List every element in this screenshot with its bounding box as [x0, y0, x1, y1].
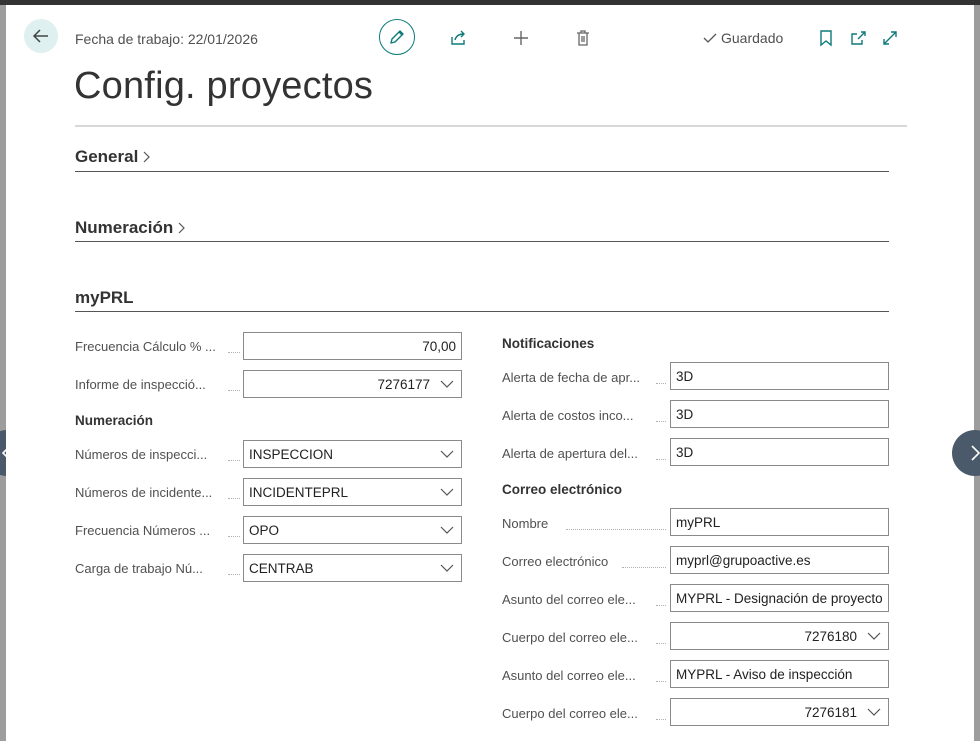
open-new-window-button[interactable] [846, 26, 870, 50]
section-general-label: General [75, 147, 139, 166]
chevron-right-icon [178, 222, 186, 234]
asunto-correo-1-input[interactable]: MYPRL - Designación de proyecto [670, 584, 889, 612]
group-numeracion-heading: Numeración [75, 413, 154, 428]
informe-inspeccion-select[interactable]: 7276177 [243, 370, 462, 398]
field-label-asunto-correo-1: Asunto del correo ele... [502, 592, 636, 607]
plus-icon [514, 31, 528, 45]
field-label-cuerpo-correo-2: Cuerpo del correo ele... [502, 706, 638, 721]
pencil-icon [390, 30, 404, 44]
correo-electronico-input[interactable]: myprl@grupoactive.es [670, 546, 889, 574]
label-leader-dots [622, 554, 666, 568]
section-numeracion-divider [75, 241, 889, 242]
chevron-down-icon[interactable] [865, 705, 883, 719]
label-leader-dots [656, 668, 666, 682]
section-myprl-header[interactable]: myPRL [75, 288, 134, 308]
section-numeracion-header[interactable]: Numeración [75, 218, 187, 238]
carga-trabajo-select[interactable]: CENTRAB [243, 554, 462, 582]
label-leader-dots [656, 630, 666, 644]
section-myprl-divider [75, 311, 889, 312]
checkmark-icon [703, 33, 717, 43]
delete-button[interactable] [571, 26, 595, 50]
page-title: Config. proyectos [74, 65, 374, 107]
label-leader-dots [566, 516, 666, 530]
nombre-input[interactable]: myPRL [670, 508, 889, 536]
page-panel: Fecha de trabajo: 22/01/2026 Guardado Co… [6, 5, 974, 741]
label-leader-dots [656, 446, 666, 460]
chevron-down-icon[interactable] [438, 523, 456, 537]
chevron-down-icon[interactable] [865, 629, 883, 643]
field-label-alerta-costos: Alerta de costos inco... [502, 408, 634, 423]
field-label-cuerpo-correo-1: Cuerpo del correo ele... [502, 630, 638, 645]
bookmark-icon [820, 30, 832, 47]
chevron-down-icon[interactable] [438, 561, 456, 575]
trash-icon [577, 30, 589, 46]
back-button[interactable] [24, 19, 58, 53]
field-label-correo-electronico: Correo electrónico [502, 554, 609, 569]
label-leader-dots [228, 485, 240, 499]
chevron-right-icon [971, 445, 980, 461]
label-leader-dots [228, 447, 240, 461]
chevron-down-icon[interactable] [438, 377, 456, 391]
chevron-right-icon [143, 151, 151, 163]
field-label-frecuencia-calculo: Frecuencia Cálculo % ... [75, 339, 216, 354]
alerta-fecha-input[interactable]: 3D [670, 362, 889, 390]
section-general-divider [75, 171, 889, 172]
numeros-incidente-select[interactable]: INCIDENTEPRL [243, 478, 462, 506]
field-label-alerta-fecha: Alerta de fecha de apr... [502, 370, 641, 385]
label-leader-dots [656, 592, 666, 606]
label-leader-dots [228, 523, 240, 537]
expand-button[interactable] [878, 26, 902, 50]
group-correo-heading: Correo electrónico [502, 482, 623, 497]
share-icon [451, 30, 465, 45]
group-notificaciones-heading: Notificaciones [502, 336, 595, 351]
cuerpo-correo-2-select[interactable]: 7276181 [670, 698, 889, 726]
frecuencia-numeros-select[interactable]: OPO [243, 516, 462, 544]
label-leader-dots [656, 706, 666, 720]
arrow-left-icon [32, 29, 48, 43]
label-leader-dots [228, 561, 240, 575]
title-divider [75, 125, 907, 127]
section-myprl-label: myPRL [75, 288, 134, 307]
expand-icon [883, 31, 897, 45]
share-button[interactable] [447, 26, 471, 50]
label-leader-dots [228, 377, 240, 391]
chevron-down-icon[interactable] [438, 485, 456, 499]
new-button[interactable] [509, 26, 533, 50]
alerta-apertura-input[interactable]: 3D [670, 438, 889, 466]
label-leader-dots [656, 370, 666, 384]
alerta-costos-input[interactable]: 3D [670, 400, 889, 428]
section-numeracion-label: Numeración [75, 218, 174, 237]
bookmark-button[interactable] [814, 26, 838, 50]
field-label-numeros-inspeccion: Números de inspecci... [75, 447, 208, 462]
field-label-asunto-correo-2: Asunto del correo ele... [502, 668, 636, 683]
work-date[interactable]: Fecha de trabajo: 22/01/2026 [75, 31, 258, 47]
label-leader-dots [656, 408, 666, 422]
frecuencia-calculo-input[interactable]: 70,00 [243, 332, 462, 360]
label-leader-dots [228, 339, 240, 353]
field-label-informe-inspeccion: Informe de inspecció... [75, 377, 206, 392]
field-label-frecuencia-numeros: Frecuencia Números ... [75, 523, 211, 538]
chevron-down-icon[interactable] [438, 447, 456, 461]
field-label-numeros-incidente: Números de incidente... [75, 485, 213, 500]
cuerpo-correo-1-select[interactable]: 7276180 [670, 622, 889, 650]
field-label-nombre: Nombre [502, 516, 549, 531]
section-general-header[interactable]: General [75, 147, 152, 167]
open-in-new-window-icon [851, 31, 866, 45]
field-label-carga-trabajo: Carga de trabajo Nú... [75, 561, 203, 576]
saved-status: Guardado [702, 30, 783, 46]
saved-label: Guardado [721, 30, 784, 46]
asunto-correo-2-input[interactable]: MYPRL - Aviso de inspección [670, 660, 889, 688]
numeros-inspeccion-select[interactable]: INSPECCION [243, 440, 462, 468]
edit-button[interactable] [379, 19, 415, 55]
field-label-alerta-apertura: Alerta de apertura del... [502, 446, 638, 461]
